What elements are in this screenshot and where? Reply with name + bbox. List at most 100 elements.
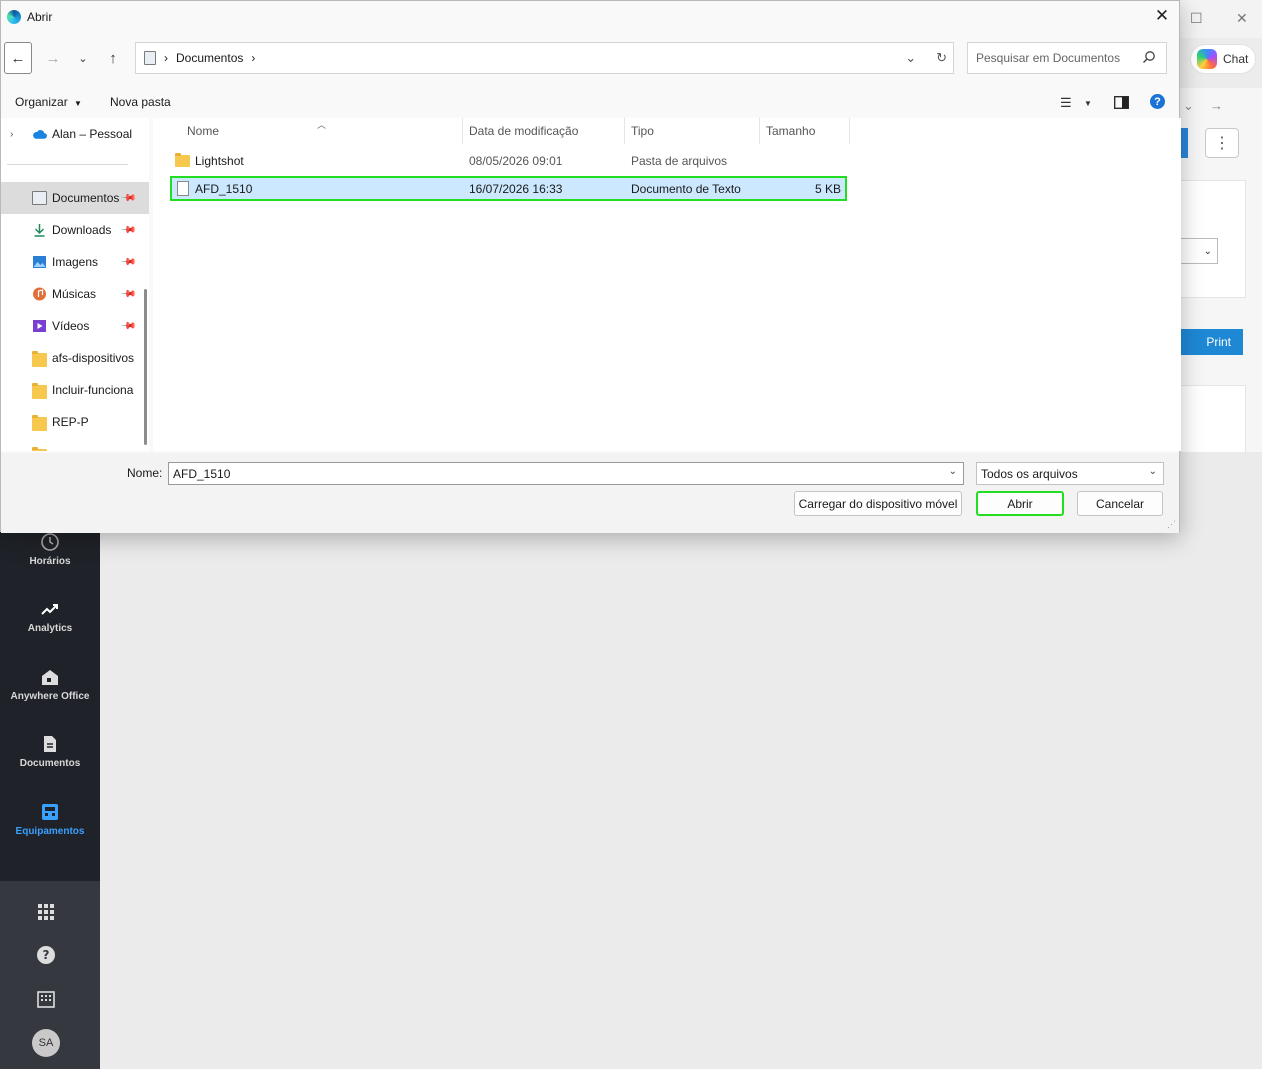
organize-button[interactable]: Organizar ▼ bbox=[15, 95, 82, 109]
search-input[interactable]: Pesquisar em Documentos bbox=[967, 42, 1167, 74]
file-type: Documento de Texto bbox=[631, 182, 741, 196]
pin-icon: 📌 bbox=[119, 317, 137, 335]
folder-icon bbox=[32, 383, 47, 399]
command-bar: Organizar ▼ Nova pasta ☰ ▼ bbox=[1, 89, 1179, 115]
sidebar-item-label: Vídeos bbox=[52, 319, 90, 333]
dialog-title: Abrir bbox=[27, 9, 53, 24]
sidebar-item-imagens[interactable]: Imagens 📌 bbox=[1, 246, 149, 278]
sidebar-label: Anywhere Office bbox=[10, 691, 90, 702]
view-dropdown-icon[interactable]: ▼ bbox=[1084, 99, 1092, 108]
column-header-size[interactable]: Tamanho bbox=[760, 118, 850, 144]
address-bar[interactable]: › Documentos › ⌄ ↻ bbox=[135, 42, 954, 74]
scrollbar[interactable] bbox=[144, 289, 147, 445]
up-button[interactable]: ↑ bbox=[102, 42, 124, 74]
navigation-bar: ← → ⌄ ↑ › Documentos › ⌄ ↻ Pesquisar em … bbox=[1, 42, 1179, 75]
sidebar-label: Documentos bbox=[19, 758, 81, 769]
filter-select[interactable]: ⌄ bbox=[1180, 238, 1218, 264]
building-icon[interactable] bbox=[36, 989, 56, 1009]
music-icon bbox=[33, 287, 46, 301]
refresh-icon[interactable]: ↻ bbox=[936, 50, 947, 66]
resize-grip-icon[interactable]: ⋰ bbox=[1167, 519, 1176, 530]
file-name-field[interactable]: AFD_1510 ⌄ bbox=[168, 462, 964, 485]
print-label: Print bbox=[1206, 335, 1231, 349]
chevron-right-icon[interactable]: › bbox=[10, 129, 13, 140]
recent-locations-button[interactable]: ⌄ bbox=[73, 42, 93, 74]
close-icon[interactable]: ✕ bbox=[1236, 10, 1248, 27]
sidebar-item-horarios[interactable]: Horários bbox=[0, 532, 100, 567]
sidebar-item-musicas[interactable]: Músicas 📌 bbox=[1, 278, 149, 310]
sidebar-item-documentos[interactable]: Documentos 📌 bbox=[1, 182, 149, 214]
file-row[interactable]: AFD_1510 16/07/2026 16:33 Documento de T… bbox=[170, 176, 847, 201]
copilot-icon bbox=[1197, 49, 1217, 69]
upload-from-mobile-button[interactable]: Carregar do dispositivo móvel bbox=[794, 491, 962, 516]
column-header-name[interactable]: Nome bbox=[181, 118, 463, 144]
folder-icon bbox=[32, 351, 47, 367]
content-card bbox=[1180, 385, 1246, 457]
app-sidebar: Horários Analytics Anywhere Office Docum… bbox=[0, 452, 100, 1069]
more-options-button[interactable]: ⋮ bbox=[1205, 128, 1239, 158]
sidebar-item-onedrive[interactable]: › Alan – Pessoal bbox=[1, 118, 149, 150]
file-name-label: Nome: bbox=[127, 466, 163, 480]
file-type: Pasta de arquivos bbox=[631, 154, 728, 168]
apps-grid-icon[interactable] bbox=[36, 902, 56, 922]
pin-icon: 📌 bbox=[119, 285, 137, 303]
chevron-down-icon[interactable]: ⌄ bbox=[949, 466, 957, 477]
videos-icon bbox=[33, 320, 46, 332]
view-list-icon[interactable]: ☰ bbox=[1060, 95, 1072, 111]
pin-icon: 📌 bbox=[119, 189, 137, 207]
breadcrumb[interactable]: Documentos bbox=[176, 51, 243, 65]
file-modified: 16/07/2026 16:33 bbox=[469, 182, 563, 196]
chevron-down-icon[interactable]: ⌄ bbox=[1183, 98, 1194, 114]
sidebar-footer: ? SA bbox=[0, 881, 100, 1069]
primary-action-button[interactable] bbox=[1180, 128, 1188, 158]
sidebar-item-equipamentos[interactable]: Equipamentos bbox=[0, 802, 100, 837]
navigation-pane: › Alan – Pessoal Documentos 📌 Downloads … bbox=[1, 118, 149, 451]
sidebar-item-afs-dispositivos[interactable]: afs-dispositivos bbox=[1, 342, 149, 374]
help-icon[interactable]: ? bbox=[1150, 94, 1165, 109]
chevron-down-icon: ⌄ bbox=[1148, 466, 1157, 477]
chat-button[interactable]: Chat bbox=[1190, 44, 1256, 74]
sidebar-item-rep-p[interactable]: REP-P bbox=[1, 406, 149, 438]
folder-icon bbox=[175, 153, 190, 167]
new-folder-button[interactable]: Nova pasta bbox=[110, 95, 171, 109]
sidebar-item-downloads[interactable]: Downloads 📌 bbox=[1, 214, 149, 246]
maximize-icon[interactable]: ☐ bbox=[1190, 10, 1203, 27]
help-icon[interactable]: ? bbox=[36, 945, 56, 965]
preview-pane-icon[interactable] bbox=[1114, 96, 1129, 109]
sidebar-item-partial[interactable] bbox=[1, 438, 149, 451]
file-row[interactable]: Lightshot 08/05/2026 09:01 Pasta de arqu… bbox=[170, 150, 847, 172]
sidebar-item-label: Músicas bbox=[52, 287, 97, 301]
documents-icon bbox=[144, 51, 156, 65]
file-type-select[interactable]: Todos os arquivos ⌄ bbox=[976, 462, 1164, 485]
file-name-value: AFD_1510 bbox=[173, 466, 231, 481]
sidebar-item-anywhere-office[interactable]: Anywhere Office bbox=[0, 667, 100, 702]
close-icon[interactable]: ✕ bbox=[1151, 5, 1173, 27]
documents-icon bbox=[32, 191, 47, 205]
back-button[interactable]: ← bbox=[4, 42, 32, 74]
sidebar-item-label: afs-dispositivos bbox=[52, 351, 135, 365]
breadcrumb-separator: › bbox=[164, 51, 168, 65]
avatar[interactable]: SA bbox=[32, 1029, 60, 1057]
svg-text:?: ? bbox=[43, 948, 50, 962]
address-dropdown-icon[interactable]: ⌄ bbox=[905, 50, 916, 66]
sidebar-item-incluir-funciona[interactable]: Incluir-funciona bbox=[1, 374, 149, 406]
organize-label: Organizar bbox=[15, 95, 68, 109]
file-list: ︿ Nome Data de modificação Tipo Tamanho … bbox=[153, 118, 1181, 451]
sidebar-item-label: Downloads bbox=[52, 223, 112, 237]
forward-button[interactable]: → bbox=[41, 42, 65, 74]
print-button[interactable]: Print bbox=[1180, 329, 1243, 355]
sidebar-item-label: REP-P bbox=[52, 415, 89, 429]
file-type-value: Todos os arquivos bbox=[981, 466, 1078, 481]
search-placeholder: Pesquisar em Documentos bbox=[976, 51, 1121, 65]
trend-icon bbox=[41, 604, 58, 615]
column-header-type[interactable]: Tipo bbox=[625, 118, 760, 144]
column-header-modified[interactable]: Data de modificação bbox=[463, 118, 625, 144]
divider bbox=[7, 164, 128, 165]
cancel-button[interactable]: Cancelar bbox=[1077, 491, 1163, 516]
arrow-right-icon[interactable]: → bbox=[1210, 98, 1223, 113]
open-button[interactable]: Abrir bbox=[976, 491, 1064, 516]
sidebar-item-videos[interactable]: Vídeos 📌 bbox=[1, 310, 149, 342]
sidebar-item-documentos[interactable]: Documentos bbox=[0, 734, 100, 769]
text-file-icon bbox=[177, 181, 189, 196]
sidebar-item-analytics[interactable]: Analytics bbox=[0, 599, 100, 634]
